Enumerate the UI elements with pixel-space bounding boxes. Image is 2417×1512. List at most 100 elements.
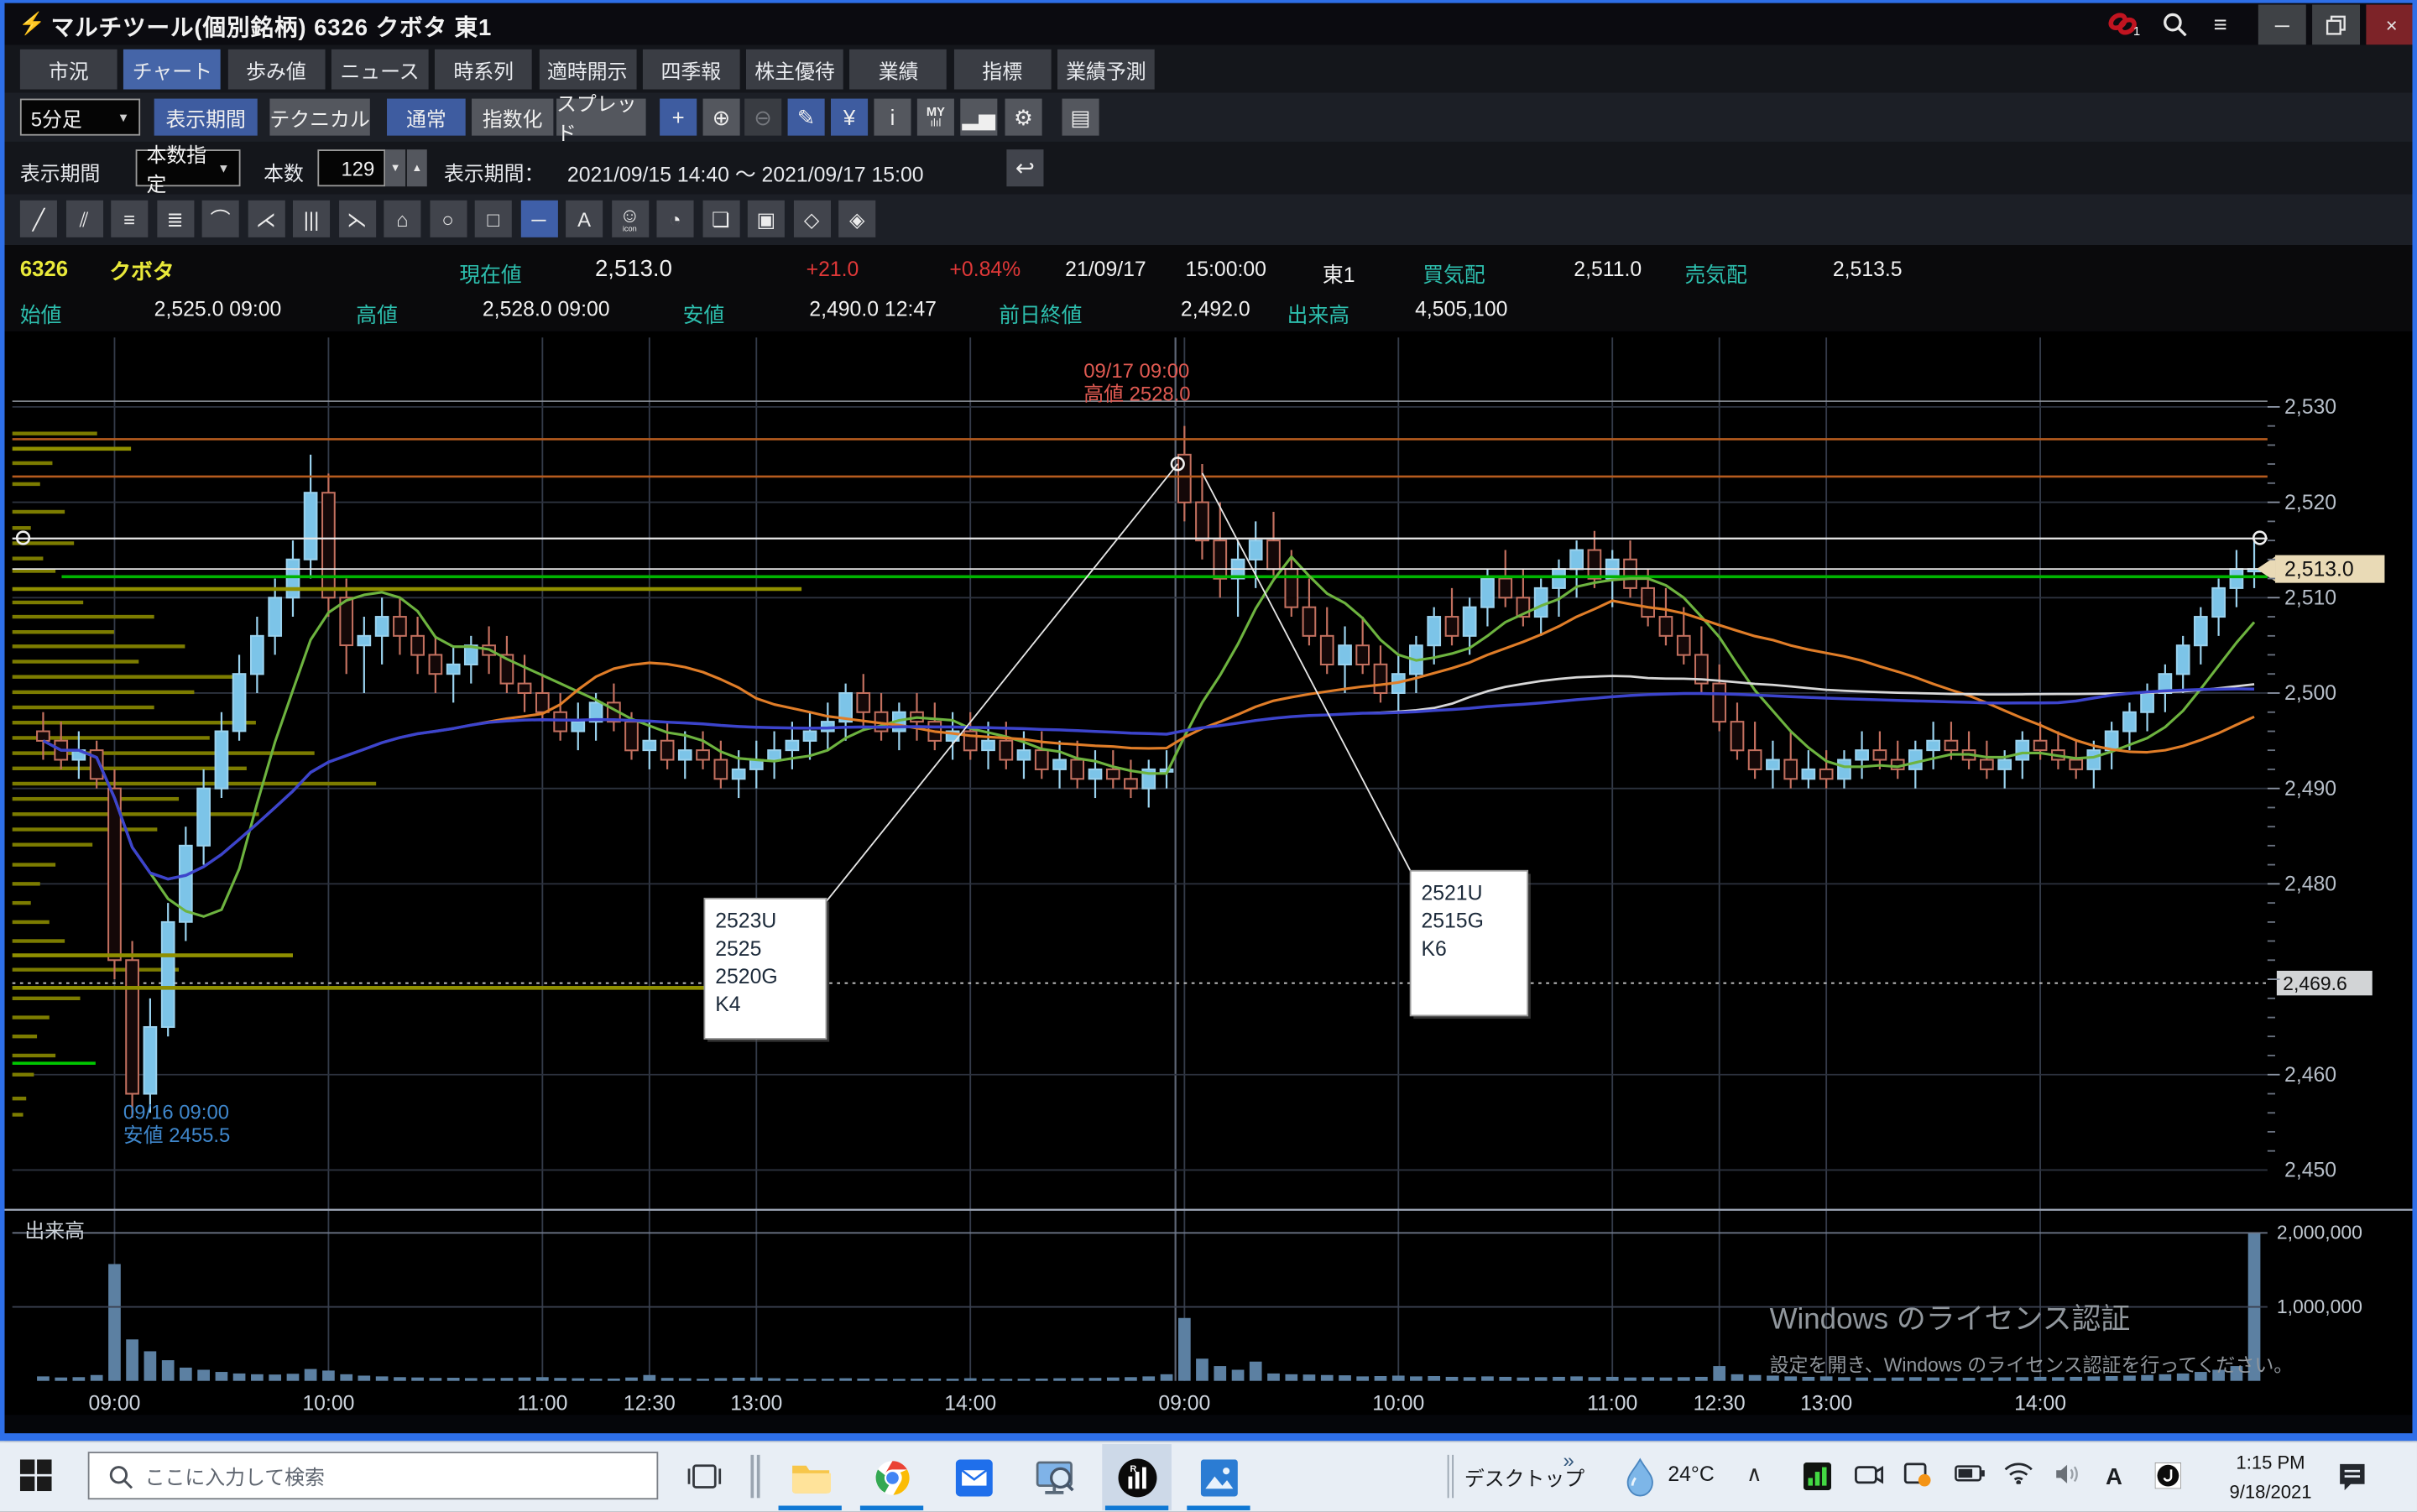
taskbar-app-photos[interactable] bbox=[1184, 1444, 1254, 1510]
temperature-readout[interactable]: 24°C bbox=[1668, 1462, 1714, 1486]
interval-select[interactable]: 5分足▼ bbox=[20, 99, 140, 136]
count-down-spinner[interactable]: ▼ bbox=[385, 149, 405, 186]
svg-text:1: 1 bbox=[2133, 25, 2140, 37]
link-icon[interactable]: 1 bbox=[2107, 13, 2141, 45]
zoom-in-icon[interactable]: ⊕ bbox=[703, 99, 740, 136]
tab-市況[interactable]: 市況 bbox=[20, 50, 117, 90]
svg-text:2523U: 2523U bbox=[715, 910, 776, 933]
period-label: 表示期間 bbox=[20, 157, 101, 186]
minimize-button[interactable]: ─ bbox=[2258, 5, 2306, 45]
toolbar-button-表示期間[interactable]: 表示期間 bbox=[154, 99, 258, 136]
parallel-lines-icon[interactable]: ⫽ bbox=[65, 201, 102, 237]
copy-object-icon[interactable]: ❏ bbox=[702, 201, 739, 237]
rectangle-icon[interactable]: □ bbox=[475, 201, 512, 237]
titlebar[interactable]: ⚡ マルチツール(個別銘柄) 6326 クボタ 東1 1 ≡ ─ × bbox=[5, 3, 2413, 45]
search-input[interactable]: ここに入力して検索 bbox=[88, 1452, 659, 1499]
taskbar-app-mail[interactable] bbox=[939, 1444, 1009, 1510]
tray-volume-icon[interactable] bbox=[2054, 1462, 2081, 1494]
toolbar-button-通常[interactable]: 通常 bbox=[387, 99, 466, 136]
reload-button[interactable]: ↩ bbox=[1006, 149, 1043, 186]
open-value: 2,525.0 09:00 bbox=[154, 297, 282, 321]
count-input[interactable]: 129 bbox=[317, 149, 385, 186]
tab-業績[interactable]: 業績 bbox=[850, 50, 947, 90]
count-label: 本数 bbox=[264, 157, 304, 186]
count-up-spinner[interactable]: ▲ bbox=[407, 149, 427, 186]
area-chart-icon[interactable]: ▂▅ bbox=[960, 99, 997, 136]
fan-lines-icon[interactable]: ⋌ bbox=[248, 201, 285, 237]
tab-四季報[interactable]: 四季報 bbox=[643, 50, 740, 90]
move-object-icon[interactable]: ▣ bbox=[748, 201, 785, 237]
weather-icon[interactable] bbox=[1621, 1457, 1658, 1504]
quote-time: 15:00:00 bbox=[1185, 258, 1266, 281]
time-cycle-icon[interactable]: ◔ bbox=[656, 201, 693, 237]
svg-text:2,530: 2,530 bbox=[2284, 396, 2336, 419]
tray-battery-icon[interactable] bbox=[1954, 1462, 1985, 1490]
multi-horizontal-lines-icon[interactable]: ≣ bbox=[156, 201, 193, 237]
horizontal-segment-icon[interactable]: ─ bbox=[520, 201, 557, 237]
taskbar-app-file-explorer[interactable] bbox=[775, 1444, 845, 1510]
show-hidden-icons[interactable]: ∧ bbox=[1746, 1461, 1762, 1487]
taskbar-app-magnifier-app[interactable] bbox=[1021, 1444, 1090, 1510]
pentagon-icon[interactable]: ⌂ bbox=[384, 201, 420, 237]
tab-時系列[interactable]: 時系列 bbox=[435, 50, 532, 90]
toolbar-button-スプレッド[interactable]: スプレッド bbox=[556, 99, 646, 136]
close-button[interactable]: × bbox=[2366, 5, 2417, 45]
tray-chart-tray-icon[interactable] bbox=[1804, 1462, 1831, 1498]
tab-歩み値[interactable]: 歩み値 bbox=[227, 50, 325, 90]
count-mode-select[interactable]: 本数指定▼ bbox=[136, 149, 241, 186]
tray-camera-icon[interactable] bbox=[1854, 1462, 1883, 1495]
tray-wifi-icon[interactable] bbox=[2004, 1462, 2033, 1492]
yen-icon[interactable]: ¥ bbox=[831, 99, 868, 136]
menu-icon[interactable]: ≡ bbox=[2214, 13, 2227, 39]
price-chart-canvas[interactable]: 09:0010:0011:0012:3013:0014:0009:0010:00… bbox=[0, 331, 2417, 1415]
two-horizontal-lines-icon[interactable]: ≡ bbox=[111, 201, 148, 237]
wrench-icon[interactable]: ⚙ bbox=[1005, 99, 1042, 136]
tab-株主優待[interactable]: 株主優待 bbox=[746, 50, 843, 90]
toolbar-button-指数化[interactable]: 指数化 bbox=[472, 99, 553, 136]
icon-stamp-icon[interactable]: ☺icon bbox=[611, 201, 648, 237]
task-view-icon[interactable] bbox=[687, 1459, 721, 1501]
toolbar-button-テクニカル[interactable]: テクニカル bbox=[269, 99, 369, 136]
svg-text:2,510: 2,510 bbox=[2284, 587, 2336, 610]
chart-area[interactable]: 09:0010:0011:0012:3013:0014:0009:0010:00… bbox=[0, 331, 2417, 1415]
trendline-icon[interactable]: ╱ bbox=[20, 201, 57, 237]
eraser-icon[interactable]: ◇ bbox=[793, 201, 830, 237]
text-tool-icon[interactable]: A bbox=[566, 201, 603, 237]
svg-text:2,490: 2,490 bbox=[2284, 778, 2336, 800]
my-chart-icon[interactable]: MYılıl bbox=[917, 99, 954, 136]
window-border-top bbox=[0, 0, 2417, 3]
tab-チャート[interactable]: チャート bbox=[123, 50, 221, 90]
erase-all-icon[interactable]: ◈ bbox=[838, 201, 875, 237]
tray-alert-orange-icon[interactable] bbox=[1903, 1462, 1931, 1495]
tab-ニュース[interactable]: ニュース bbox=[331, 50, 429, 90]
search-icon[interactable] bbox=[2161, 11, 2189, 46]
pencil-icon[interactable]: ✎ bbox=[788, 99, 825, 136]
active-indicator bbox=[1105, 1505, 1168, 1510]
taskbar-divider bbox=[750, 1455, 754, 1498]
svg-text:2521U: 2521U bbox=[1421, 883, 1482, 905]
crosshair-icon[interactable]: + bbox=[660, 99, 697, 136]
fibonacci-arc-icon[interactable]: ⌒ bbox=[202, 201, 239, 237]
toolbar-chevron[interactable]: » bbox=[1563, 1449, 1574, 1473]
printer-icon[interactable]: ▤ bbox=[1062, 99, 1099, 136]
tab-指標[interactable]: 指標 bbox=[953, 50, 1051, 90]
tab-業績予測[interactable]: 業績予測 bbox=[1057, 50, 1155, 90]
gann-fan-icon[interactable]: ⋋ bbox=[338, 201, 375, 237]
tray-ime-a-icon[interactable]: A bbox=[2104, 1462, 2127, 1495]
info-icon[interactable]: i bbox=[874, 99, 911, 136]
notification-center-icon[interactable] bbox=[2336, 1459, 2369, 1501]
tab-適時開示[interactable]: 適時開示 bbox=[539, 50, 636, 90]
window-border-bottom bbox=[0, 1433, 2417, 1441]
taskbar-clock[interactable]: 1:15 PM 9/18/2021 bbox=[2216, 1449, 2325, 1506]
restore-button[interactable] bbox=[2312, 5, 2360, 45]
tray-ime-mode-icon[interactable] bbox=[2154, 1462, 2180, 1496]
chevron-down-icon: ▼ bbox=[217, 161, 230, 175]
svg-text:2,469.6: 2,469.6 bbox=[2283, 972, 2347, 994]
ellipse-icon[interactable]: ○ bbox=[430, 201, 467, 237]
taskbar-app-trading-app[interactable]: R bbox=[1102, 1444, 1172, 1510]
zoom-out-icon[interactable]: ⊖ bbox=[744, 99, 781, 136]
taskbar-app-chrome[interactable] bbox=[857, 1444, 927, 1510]
vertical-lines-icon[interactable]: ||| bbox=[293, 201, 330, 237]
start-button[interactable] bbox=[20, 1459, 53, 1499]
svg-text:11:00: 11:00 bbox=[1587, 1393, 1637, 1416]
